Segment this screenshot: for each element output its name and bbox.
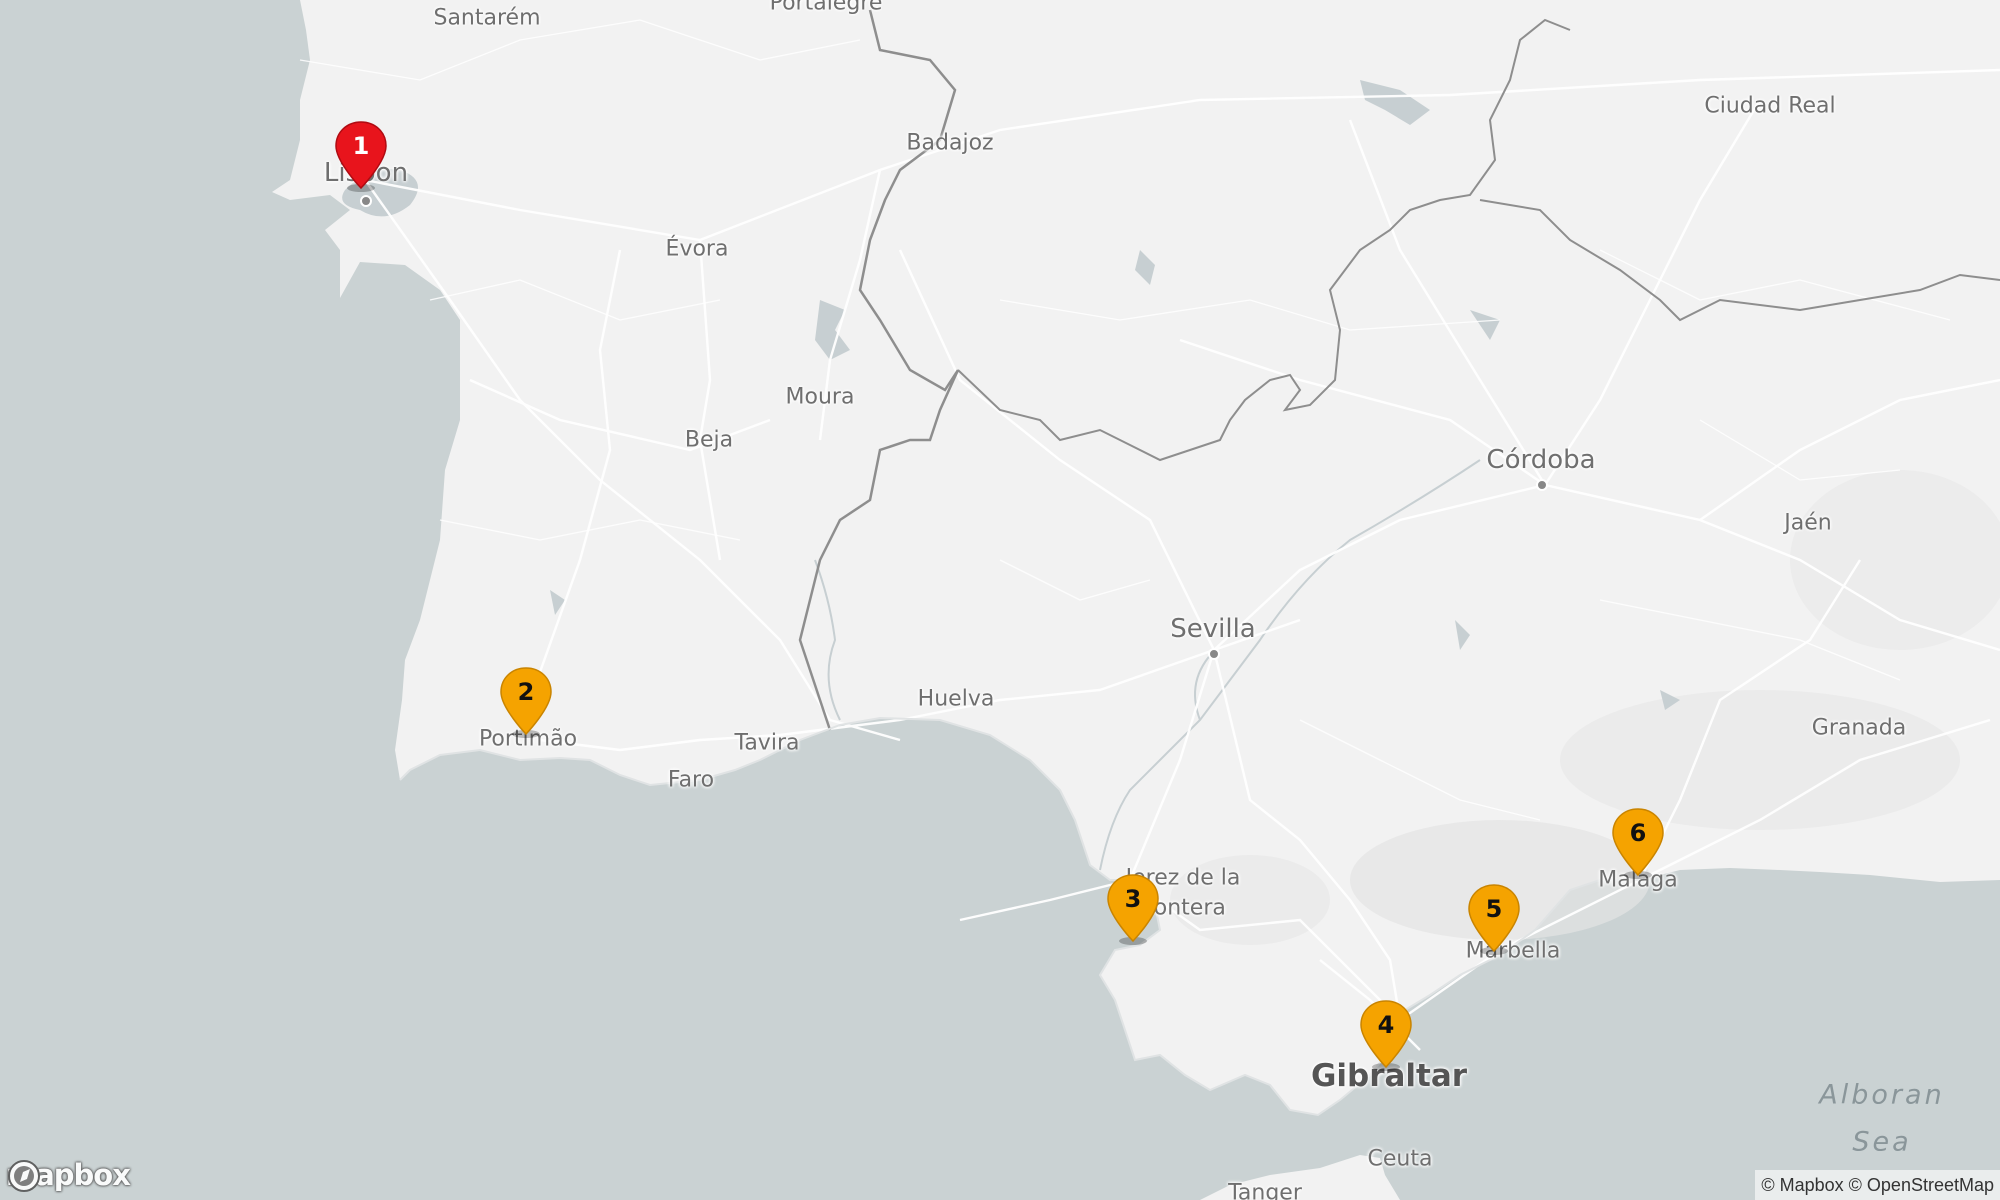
marker-number: 3 xyxy=(1124,885,1142,913)
label-tanger: Tanger xyxy=(1228,1180,1302,1200)
marker-number: 5 xyxy=(1485,895,1503,923)
label-jaen: Jaén xyxy=(1784,510,1832,536)
iberia-land xyxy=(272,0,2000,1115)
label-tavira: Tavira xyxy=(734,730,800,756)
city-dot-lisbon xyxy=(360,195,372,207)
label-granada: Granada xyxy=(1811,715,1907,741)
map-base-layer xyxy=(272,0,2000,1200)
label-moura: Moura xyxy=(785,384,855,410)
label-alboran-line2: Sea xyxy=(1852,1126,1912,1158)
map-attribution[interactable]: © Mapbox © OpenStreetMap xyxy=(1755,1170,2000,1200)
map-canvas[interactable]: Santarém Portalegre Badajoz Ciudad Real … xyxy=(0,0,2000,1200)
label-ciudad-real: Ciudad Real xyxy=(1704,93,1836,119)
mapbox-logo[interactable]: mapbox xyxy=(6,1158,131,1192)
map-marker-6[interactable]: 6 xyxy=(1610,807,1666,879)
marker-number: 6 xyxy=(1629,819,1647,847)
label-badajoz: Badajoz xyxy=(906,130,994,156)
label-portalegre: Portalegre xyxy=(769,0,883,16)
city-dot-sevilla xyxy=(1208,648,1220,660)
label-evora: Évora xyxy=(665,236,729,262)
map-marker-1[interactable]: 1 xyxy=(333,120,389,192)
city-dot-cordoba xyxy=(1536,479,1548,491)
marker-number: 1 xyxy=(352,132,370,160)
label-cordoba: Córdoba xyxy=(1486,445,1596,475)
map-marker-3[interactable]: 3 xyxy=(1105,873,1161,945)
map-marker-5[interactable]: 5 xyxy=(1466,883,1522,955)
label-santarem: Santarém xyxy=(433,5,541,31)
label-alboran-line1: Alboran xyxy=(1819,1079,1945,1111)
label-ceuta: Ceuta xyxy=(1367,1146,1433,1172)
label-sevilla: Sevilla xyxy=(1170,614,1256,644)
map-marker-4[interactable]: 4 xyxy=(1358,999,1414,1071)
marker-number: 4 xyxy=(1377,1011,1395,1039)
map-marker-2[interactable]: 2 xyxy=(498,666,554,738)
mapbox-compass-icon xyxy=(8,1160,40,1192)
label-faro: Faro xyxy=(667,767,715,793)
label-beja: Beja xyxy=(684,427,734,453)
marker-number: 2 xyxy=(517,678,535,706)
label-huelva: Huelva xyxy=(917,686,995,712)
